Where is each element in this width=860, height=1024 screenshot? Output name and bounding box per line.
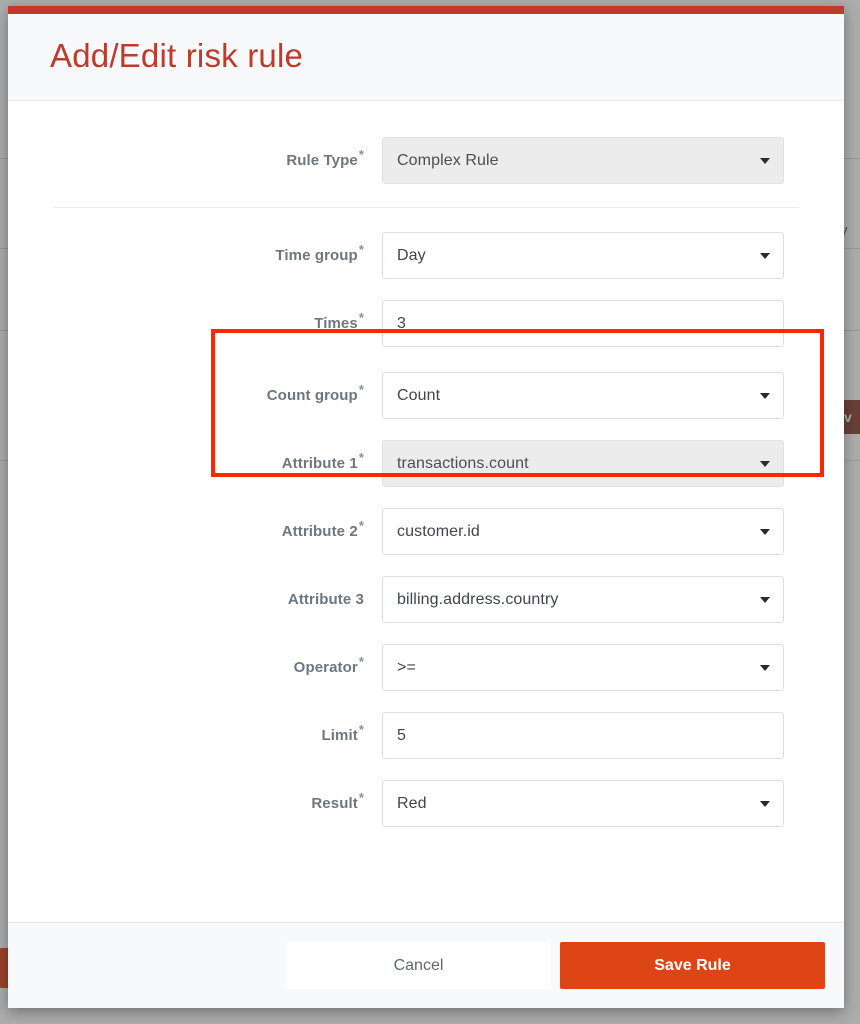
modal-footer: Cancel Save Rule xyxy=(8,922,844,1008)
select-operator[interactable]: >= xyxy=(382,644,784,692)
save-rule-button[interactable]: Save Rule xyxy=(560,942,825,989)
field-wrap-time-group: Day xyxy=(382,232,784,280)
form-row-time-group: Time group* Day xyxy=(8,222,844,290)
required-asterisk: * xyxy=(358,382,364,398)
required-asterisk: * xyxy=(358,654,364,670)
label-result: Result* xyxy=(8,791,382,813)
label-time-group: Time group* xyxy=(8,243,382,265)
input-value: 3 xyxy=(397,314,406,332)
select-value: Count xyxy=(397,386,441,404)
select-rule-type[interactable]: Complex Rule xyxy=(382,137,784,185)
modal-header: Add/Edit risk rule xyxy=(8,14,844,101)
label-text: Result xyxy=(311,795,358,813)
field-wrap-count-group: Count xyxy=(382,372,784,420)
label-text: Attribute 3 xyxy=(287,591,364,609)
required-asterisk: * xyxy=(358,790,364,806)
form-row-count-group: Count group* Count xyxy=(8,362,844,430)
label-text: Count group xyxy=(266,387,358,405)
label-text: Rule Type xyxy=(286,152,358,170)
required-asterisk: * xyxy=(358,310,364,326)
input-times[interactable]: 3 xyxy=(382,300,784,348)
select-value: customer.id xyxy=(397,522,480,540)
form-row-attribute-2: Attribute 2* customer.id xyxy=(8,498,844,566)
field-wrap-rule-type: Complex Rule xyxy=(382,137,784,185)
field-wrap-limit: 5 xyxy=(382,712,784,760)
form-row-attribute-3: Attribute 3 billing.address.country xyxy=(8,566,844,634)
required-asterisk: * xyxy=(358,450,364,466)
label-text: Attribute 2 xyxy=(281,523,358,541)
form-row-rule-type: Rule Type* Complex Rule xyxy=(8,127,844,195)
select-value: >= xyxy=(397,658,416,676)
label-attribute-1: Attribute 1* xyxy=(8,451,382,473)
select-value: transactions.count xyxy=(397,454,529,472)
label-attribute-3: Attribute 3 xyxy=(8,591,382,608)
label-count-group: Count group* xyxy=(8,383,382,405)
label-text: Attribute 1 xyxy=(281,455,358,473)
form-row-limit: Limit* 5 xyxy=(8,702,844,770)
section-divider xyxy=(54,206,798,208)
required-asterisk: * xyxy=(358,518,364,534)
label-rule-type: Rule Type* xyxy=(8,148,382,170)
form-row-times: Times* 3 xyxy=(8,290,844,358)
label-times: Times* xyxy=(8,311,382,333)
cancel-button[interactable]: Cancel xyxy=(286,942,551,989)
field-wrap-attribute-3: billing.address.country xyxy=(382,576,784,624)
form-row-result: Result* Red xyxy=(8,770,844,838)
required-asterisk: * xyxy=(358,147,364,163)
select-attribute-2[interactable]: customer.id xyxy=(382,508,784,556)
select-time-group[interactable]: Day xyxy=(382,232,784,280)
modal-accent-bar xyxy=(8,6,844,14)
input-limit[interactable]: 5 xyxy=(382,712,784,760)
label-text: Time group xyxy=(275,247,358,265)
field-wrap-attribute-1: transactions.count xyxy=(382,440,784,488)
select-value: Red xyxy=(397,794,427,812)
select-value: Day xyxy=(397,246,426,264)
select-attribute-1[interactable]: transactions.count xyxy=(382,440,784,488)
select-count-group[interactable]: Count xyxy=(382,372,784,420)
select-value: billing.address.country xyxy=(397,590,559,608)
field-wrap-result: Red xyxy=(382,780,784,828)
required-asterisk: * xyxy=(358,242,364,258)
select-value: Complex Rule xyxy=(397,151,499,169)
page-title: Add/Edit risk rule xyxy=(50,37,304,74)
label-operator: Operator* xyxy=(8,655,382,677)
form-row-attribute-1: Attribute 1* transactions.count xyxy=(8,430,844,498)
add-edit-risk-rule-dialog: Add/Edit risk rule Rule Type* Complex Ru… xyxy=(8,6,844,1008)
required-asterisk: * xyxy=(358,722,364,738)
select-result[interactable]: Red xyxy=(382,780,784,828)
field-wrap-operator: >= xyxy=(382,644,784,692)
label-text: Operator xyxy=(293,659,358,677)
modal-body: Rule Type* Complex Rule Time group* Day … xyxy=(8,100,844,922)
label-text: Times xyxy=(314,315,358,333)
input-value: 5 xyxy=(397,726,406,744)
label-limit: Limit* xyxy=(8,723,382,745)
field-wrap-attribute-2: customer.id xyxy=(382,508,784,556)
form-row-operator: Operator* >= xyxy=(8,634,844,702)
select-attribute-3[interactable]: billing.address.country xyxy=(382,576,784,624)
label-attribute-2: Attribute 2* xyxy=(8,519,382,541)
field-wrap-times: 3 xyxy=(382,300,784,348)
label-text: Limit xyxy=(321,727,358,745)
